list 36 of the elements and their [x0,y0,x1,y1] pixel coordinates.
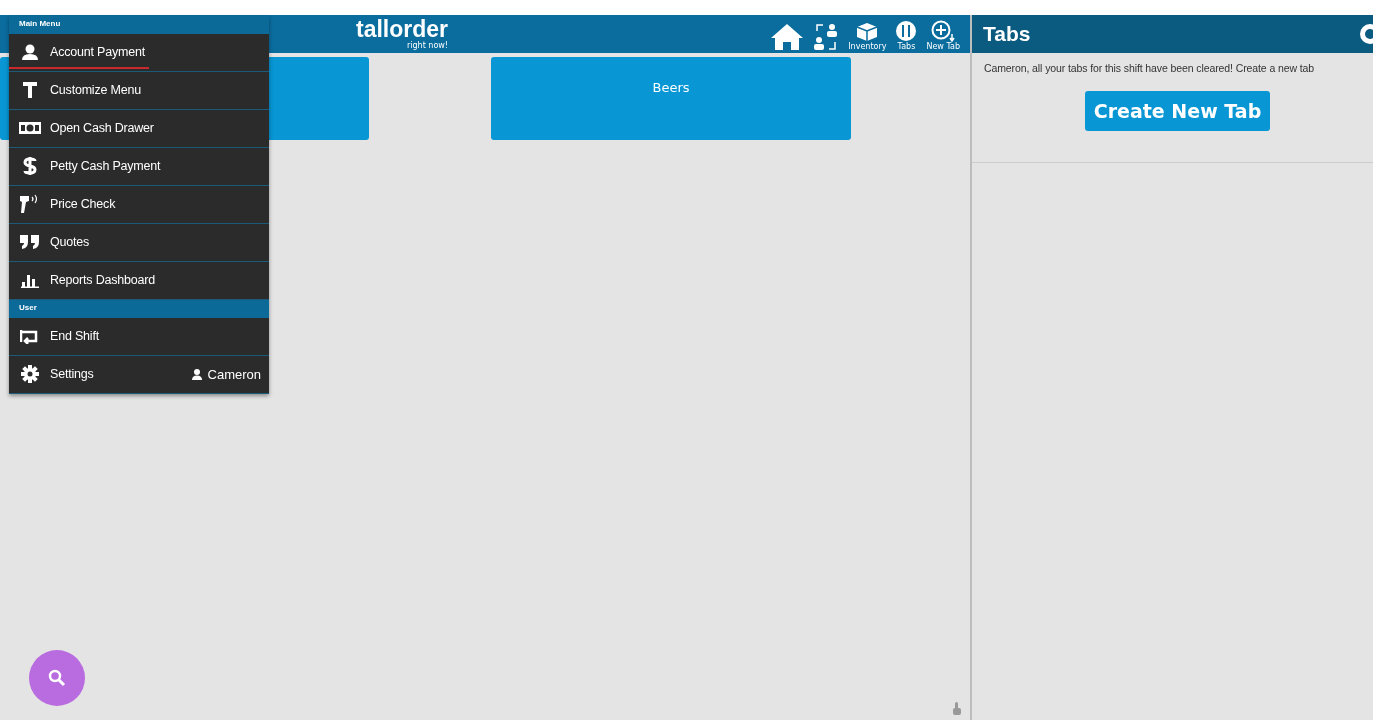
logo-tagline: right now! [406,41,449,50]
menu-item[interactable]: Open Cash Drawer [9,112,158,145]
letter-t-icon [22,80,38,99]
menu-item[interactable]: Customize Menu [9,74,145,107]
tabs-nav-button[interactable]: Tabs [895,20,918,51]
menu-item[interactable]: Price Check [9,188,120,221]
section-header: User [9,300,269,318]
menu-item[interactable]: Petty Cash Payment [9,150,165,183]
menu-item[interactable]: Quotes [9,226,94,259]
search-button[interactable] [29,650,85,706]
tabs-message: Cameron, all your tabs for this shift have been cleared! Create a new tab [984,62,1315,74]
person-icon [21,43,39,60]
search-icon [48,669,66,687]
person-icon [191,369,202,380]
exit-icon [20,327,40,344]
home-nav-button[interactable] [770,23,805,51]
menu-item[interactable]: Account Payment [9,36,149,69]
transfer-nav-button[interactable] [813,23,840,51]
menu-item[interactable]: End Shift [9,320,103,353]
menu-item[interactable]: Settings [9,358,98,391]
menu-item[interactable]: Reports Dashboard [9,264,159,297]
inventory-nav-button[interactable]: Inventory [848,22,887,51]
home-icon [770,23,805,51]
banknote-icon [18,120,42,135]
panel-title: Tabs [983,22,1031,46]
transfer-icon [813,23,840,51]
dollar-icon [22,155,38,176]
new-tab-nav-button[interactable]: New Tab [926,20,960,51]
hand-pointer-icon [952,702,962,716]
user-name: Cameron [191,367,261,382]
section-header: Main Menu [9,16,269,34]
add-icon [931,20,956,42]
box-icon [856,22,879,42]
gear-icon [21,364,39,383]
quote-icon [19,233,41,250]
logo: tallorder [356,17,449,41]
